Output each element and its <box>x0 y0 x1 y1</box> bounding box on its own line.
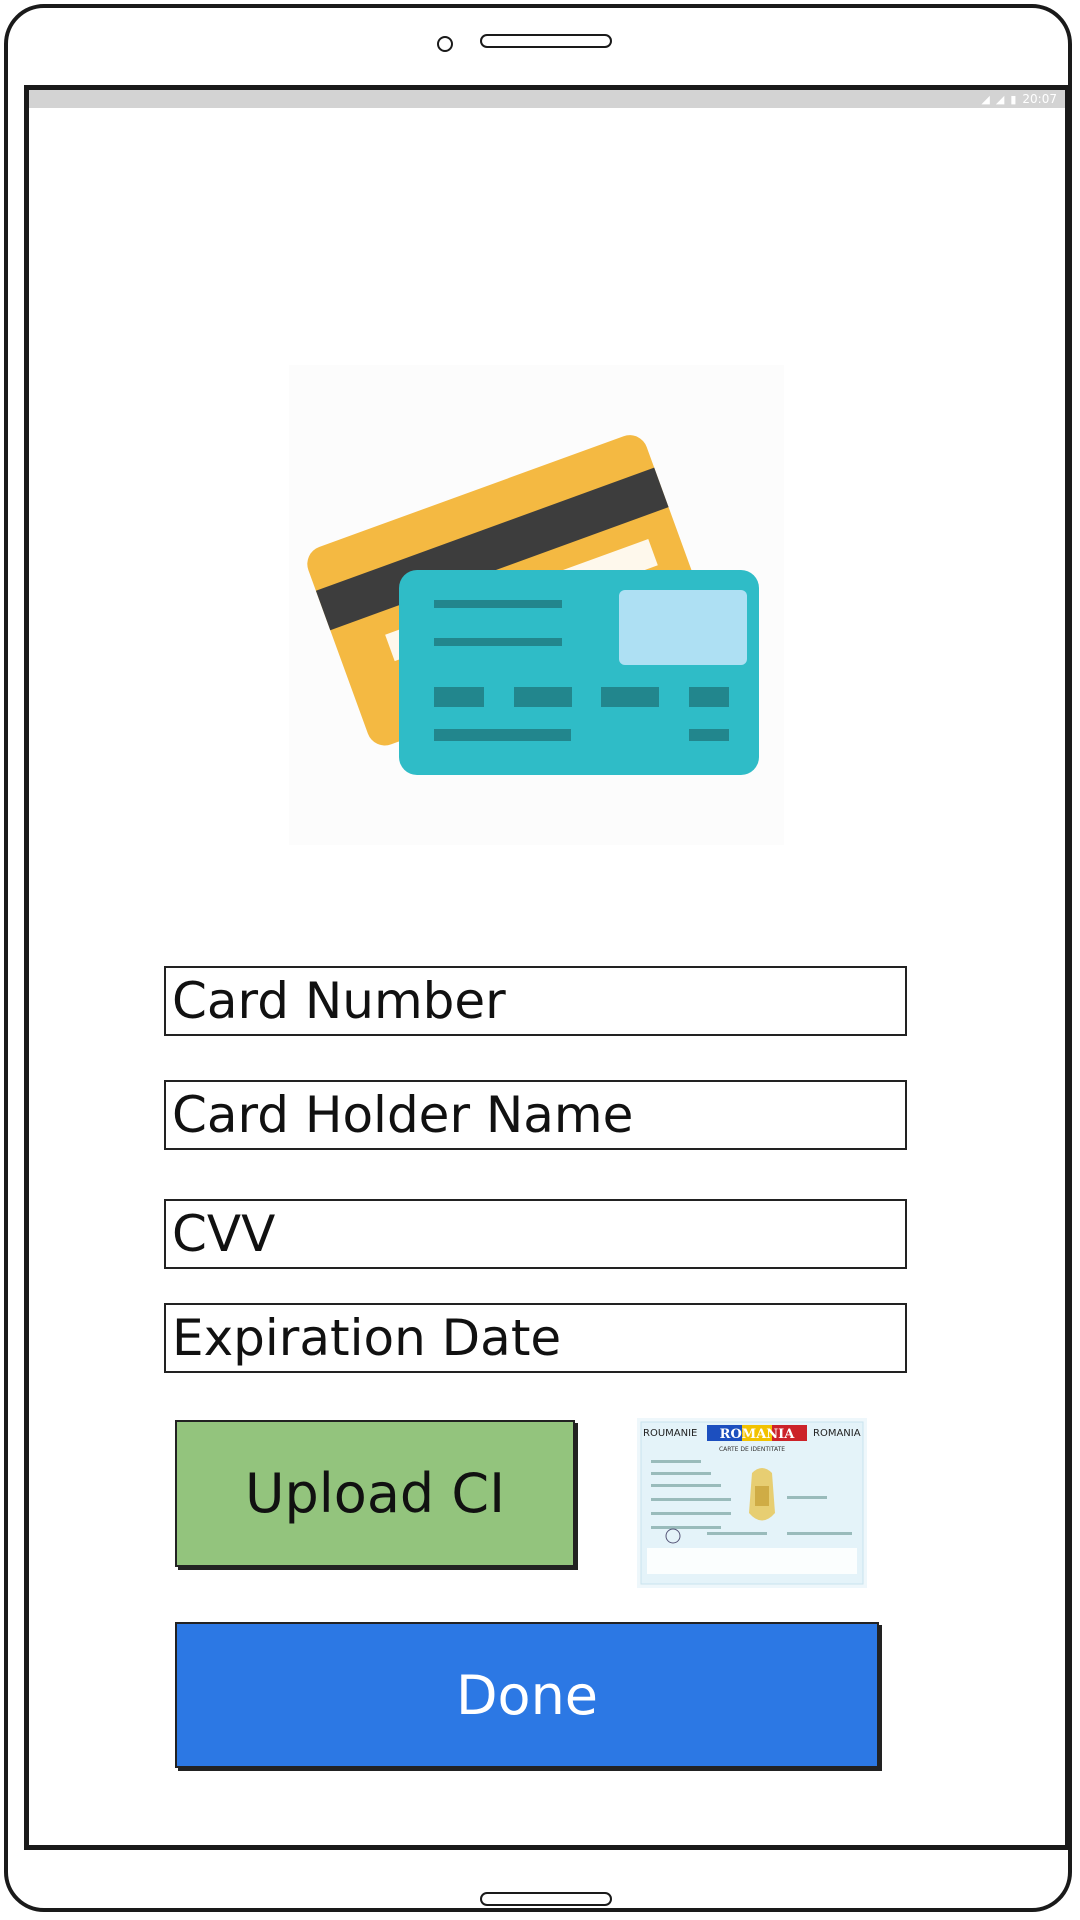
home-bar[interactable] <box>480 1892 612 1906</box>
id-card-subtitle: CARTE DE IDENTITATE <box>719 1446 785 1453</box>
screen: ◢ ◢ ▮ 20:07 Card Number Card Holder Name… <box>24 85 1070 1850</box>
id-card-header-center: ROMANIA <box>720 1427 796 1442</box>
upload-ci-button[interactable]: Upload CI <box>175 1420 575 1567</box>
id-card-header-left: ROUMANIE <box>643 1428 697 1439</box>
device-frame: ◢ ◢ ▮ 20:07 Card Number Card Holder Name… <box>4 4 1072 1912</box>
status-bar: ◢ ◢ ▮ 20:07 <box>29 90 1065 108</box>
status-time: 20:07 <box>1022 92 1057 106</box>
id-card-preview: ROUMANIE ROMANIA ROMANIA CARTE DE IDENTI… <box>637 1418 867 1588</box>
wifi-icon: ◢ <box>981 92 990 106</box>
cvv-placeholder: CVV <box>172 1205 276 1263</box>
battery-icon: ▮ <box>1010 92 1017 106</box>
cvv-input[interactable]: CVV <box>164 1199 907 1269</box>
expiration-date-input[interactable]: Expiration Date <box>164 1303 907 1373</box>
upload-ci-label: Upload CI <box>244 1462 505 1525</box>
expiration-date-placeholder: Expiration Date <box>172 1309 562 1367</box>
done-button[interactable]: Done <box>175 1622 879 1768</box>
card-number-placeholder: Card Number <box>172 972 506 1030</box>
id-card-header-right: ROMANIA <box>813 1428 861 1439</box>
earpiece-speaker <box>480 34 612 48</box>
card-number-input[interactable]: Card Number <box>164 966 907 1036</box>
signal-icon: ◢ <box>995 92 1005 106</box>
credit-cards-icon <box>289 365 784 845</box>
done-label: Done <box>455 1663 599 1727</box>
front-camera <box>437 36 453 52</box>
card-holder-name-input[interactable]: Card Holder Name <box>164 1080 907 1150</box>
card-holder-name-placeholder: Card Holder Name <box>172 1086 634 1144</box>
